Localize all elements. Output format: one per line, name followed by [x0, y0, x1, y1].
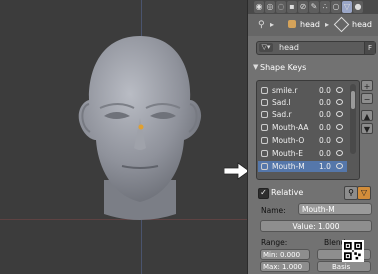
render-tab-icon[interactable]: ◉: [254, 1, 264, 13]
value-slider[interactable]: Value: 1.000: [260, 220, 372, 232]
breadcrumb-mesh: head: [352, 20, 372, 29]
shape-key-icon: [261, 87, 268, 94]
breadcrumb: ⚲ ▸ head ▸ head: [248, 14, 378, 36]
eye-icon[interactable]: [336, 124, 343, 130]
apply-in-edit-mode-button[interactable]: ▽: [357, 186, 371, 200]
mesh-browse-icon[interactable]: ▽▾: [259, 43, 273, 52]
relative-label: Relative: [271, 188, 304, 197]
remove-shape-key-button[interactable]: −: [361, 93, 373, 104]
shape-key-icon: [261, 124, 268, 131]
material-tab-icon[interactable]: ●: [353, 1, 363, 13]
eye-icon[interactable]: [336, 137, 343, 143]
mesh-datablock-name[interactable]: head: [279, 42, 299, 54]
move-down-button[interactable]: ▼: [361, 123, 373, 134]
list-item[interactable]: Mouth-O 0.0: [258, 135, 347, 146]
3d-viewport[interactable]: [0, 0, 247, 274]
scene-tab-icon[interactable]: ◎: [265, 1, 275, 13]
shape-key-list[interactable]: smile.r 0.0 Sad.l 0.0 Sad.r 0.0 Mouth-AA…: [256, 80, 360, 180]
pointer-arrow: [224, 162, 247, 180]
shape-key-name: Mouth-E: [272, 149, 303, 158]
edit-mode-pin-button[interactable]: ⚲: [344, 186, 358, 200]
shape-key-icon: [261, 111, 268, 118]
shape-key-value[interactable]: 0.0: [319, 148, 331, 159]
name-label: Name:: [261, 206, 286, 215]
shape-key-value[interactable]: 0.0: [319, 109, 331, 120]
properties-panel: ◉ ◎ ◌ ▪ ⊘ ✎ ∴ ○ ▽ ● ⚲ ▸ head ▸ head ▽▾ h…: [247, 0, 378, 274]
object-tab-icon[interactable]: ▪: [287, 1, 297, 13]
eye-icon[interactable]: [336, 163, 343, 169]
shape-key-value[interactable]: 0.0: [319, 122, 331, 133]
collapse-triangle-icon[interactable]: ▼: [253, 63, 258, 71]
shape-key-value[interactable]: 0.0: [319, 97, 331, 108]
object-icon: [288, 20, 296, 28]
fake-user-button[interactable]: F: [364, 42, 375, 54]
shape-key-value[interactable]: 0.0: [319, 135, 331, 146]
shape-keys-title: Shape Keys: [260, 63, 307, 72]
eye-icon[interactable]: [336, 150, 343, 156]
list-item[interactable]: smile.r 0.0: [258, 85, 347, 96]
list-item-selected[interactable]: Mouth-M 1.0: [258, 161, 347, 172]
list-item[interactable]: Sad.r 0.0: [258, 109, 347, 120]
shape-key-name: Mouth-O: [272, 136, 305, 145]
range-label: Range:: [261, 238, 288, 247]
properties-tabs: ◉ ◎ ◌ ▪ ⊘ ✎ ∴ ○ ▽ ●: [248, 0, 378, 14]
move-up-button[interactable]: ▲: [361, 110, 373, 121]
chevron-right-icon: ▸: [270, 20, 275, 29]
shape-key-icon: [261, 99, 268, 106]
shape-key-value[interactable]: 1.0: [319, 161, 331, 172]
list-item[interactable]: Sad.l 0.0: [258, 97, 347, 108]
breadcrumb-object: head: [300, 20, 320, 29]
list-item[interactable]: Mouth-AA 0.0: [258, 122, 347, 133]
shape-key-icon: [261, 163, 268, 170]
modifiers-tab-icon[interactable]: ✎: [309, 1, 319, 13]
shape-key-name: Mouth-AA: [272, 123, 309, 132]
shape-keys-panel-header[interactable]: ▼ Shape Keys: [253, 63, 307, 72]
head-mesh-model[interactable]: [0, 0, 247, 274]
shape-key-icon: [261, 150, 268, 157]
physics-tab-icon[interactable]: ○: [331, 1, 341, 13]
pin-icon[interactable]: ⚲: [258, 20, 265, 30]
shape-key-name: smile.r: [272, 86, 298, 95]
constraints-tab-icon[interactable]: ⊘: [298, 1, 308, 13]
world-tab-icon[interactable]: ◌: [276, 1, 286, 13]
shape-key-name: Sad.r: [272, 110, 292, 119]
shape-key-icon: [261, 137, 268, 144]
qr-code-watermark: [342, 240, 364, 262]
particles-tab-icon[interactable]: ∴: [320, 1, 330, 13]
list-scroll-thumb[interactable]: [351, 91, 355, 109]
shape-key-name-field[interactable]: Mouth-M: [298, 203, 372, 215]
chevron-right-icon: ▸: [325, 20, 330, 29]
relative-key-field[interactable]: Basis: [317, 261, 371, 272]
eye-icon[interactable]: [336, 87, 343, 93]
relative-checkbox[interactable]: ✓: [258, 188, 269, 199]
eye-icon[interactable]: [336, 99, 343, 105]
add-shape-key-button[interactable]: +: [361, 80, 373, 91]
mesh-icon: [333, 16, 350, 33]
shape-key-name: Mouth-M: [272, 162, 305, 171]
shape-key-value[interactable]: 0.0: [319, 85, 331, 96]
max-field[interactable]: Max: 1.000: [260, 261, 310, 272]
list-item[interactable]: Mouth-E 0.0: [258, 148, 347, 159]
mesh-datablock-field[interactable]: ▽▾ head F: [256, 41, 376, 55]
min-field[interactable]: Min: 0.000: [260, 249, 310, 260]
mesh-data-tab-icon[interactable]: ▽: [342, 1, 352, 13]
eye-icon[interactable]: [336, 111, 343, 117]
shape-key-name: Sad.l: [272, 98, 291, 107]
